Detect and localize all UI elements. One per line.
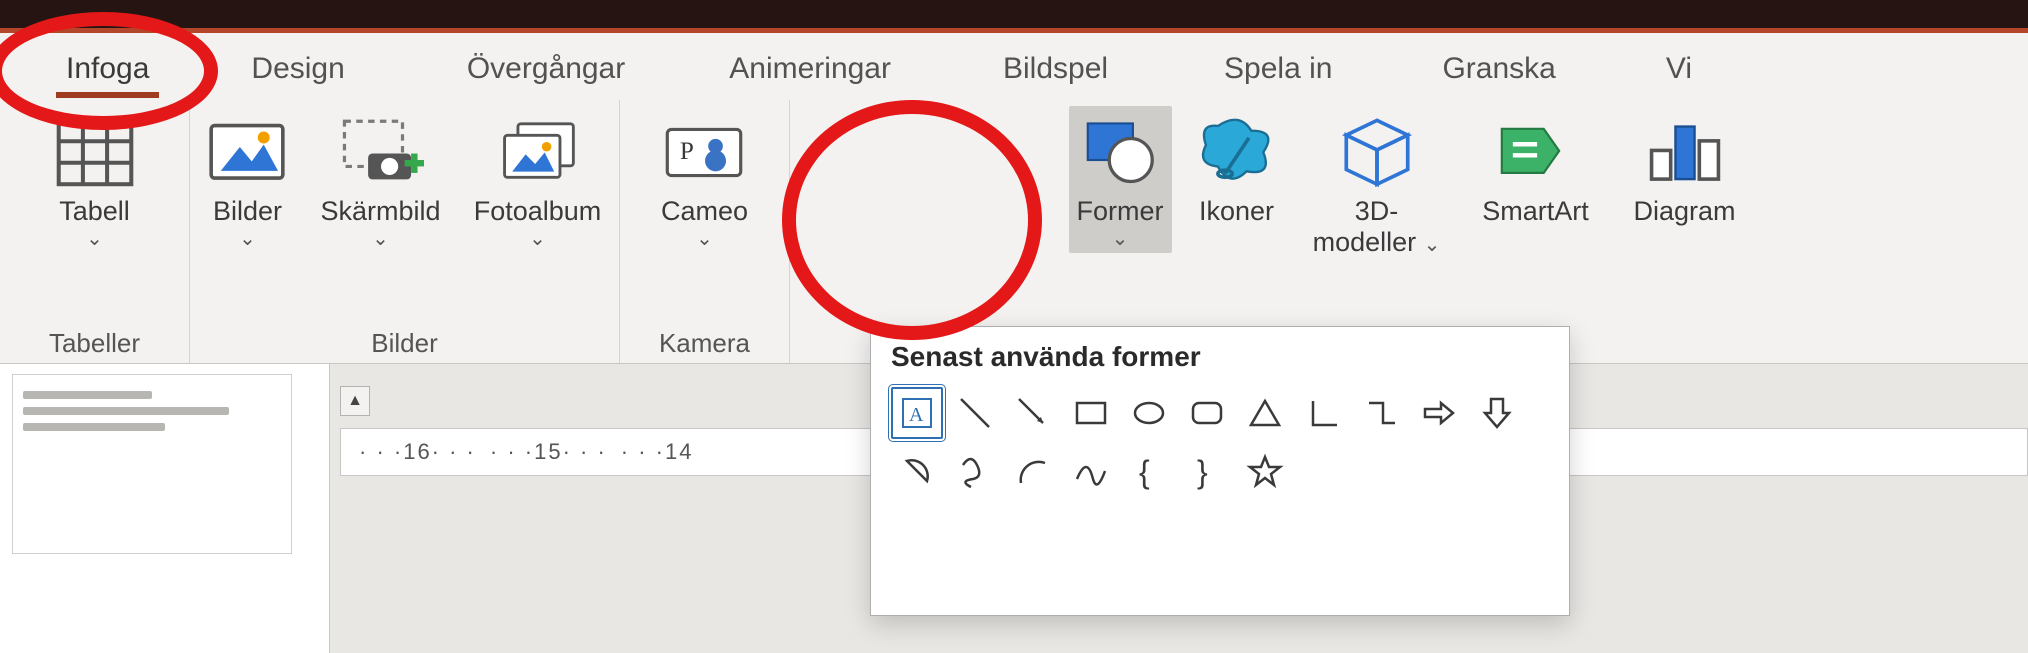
shape-triangle[interactable] xyxy=(1239,387,1291,439)
button-label: Ikoner xyxy=(1199,196,1274,227)
shape-right-arrow[interactable] xyxy=(1413,387,1465,439)
group-illustrations: Former ⌄ Ikoner 3D- modeller ⌄ xyxy=(790,100,2028,363)
photoalbum-icon xyxy=(495,114,581,190)
shapes-button[interactable]: Former ⌄ xyxy=(1069,106,1172,253)
chevron-down-icon: ⌄ xyxy=(529,229,546,249)
icons-icon xyxy=(1194,114,1280,190)
shape-rounded-rectangle[interactable] xyxy=(1181,387,1233,439)
ruler-segment: · · ·16· · · xyxy=(359,439,476,465)
tab-animeringar[interactable]: Animeringar xyxy=(701,46,919,88)
shape-right-brace[interactable]: } xyxy=(1181,445,1233,497)
tab-label: Infoga xyxy=(66,52,149,85)
shape-line-arrow[interactable] xyxy=(1007,387,1059,439)
button-label: Skärmbild xyxy=(320,196,440,227)
tab-granska[interactable]: Granska xyxy=(1414,46,1583,88)
tab-label: Bildspel xyxy=(1003,52,1108,85)
group-images: Bilder ⌄ Skärmbild ⌄ Fotoalbum ⌄ Bilder xyxy=(190,100,620,363)
button-label: Tabell xyxy=(59,196,130,227)
models3d-button[interactable]: 3D- modeller ⌄ xyxy=(1302,106,1452,262)
group-camera: P Cameo ⌄ Kamera xyxy=(620,100,790,363)
shape-arc[interactable] xyxy=(1007,445,1059,497)
button-label: Bilder xyxy=(213,196,282,227)
shape-oval[interactable] xyxy=(1123,387,1175,439)
icons-button[interactable]: Ikoner xyxy=(1186,106,1288,231)
chevron-down-icon: ⌄ xyxy=(239,229,256,249)
tab-label: Design xyxy=(251,52,344,85)
chevron-down-icon: ⌄ xyxy=(1424,234,1441,256)
svg-text:P: P xyxy=(680,137,694,164)
slide-thumbnail[interactable] xyxy=(12,374,292,554)
shapes-dropdown: Senast använda former A { } xyxy=(870,326,1570,616)
ruler-segment: · · ·15· · · xyxy=(490,439,607,465)
svg-text:{: { xyxy=(1139,454,1150,490)
vertical-scroll-up-button[interactable]: ▲ xyxy=(340,386,370,416)
cube-icon xyxy=(1334,114,1420,190)
ruler-segment: · · ·14 xyxy=(621,439,694,465)
tab-spela-in[interactable]: Spela in xyxy=(1196,46,1360,88)
chevron-down-icon: ⌄ xyxy=(1112,229,1129,249)
group-label: Bilder xyxy=(371,324,437,359)
table-icon xyxy=(52,114,138,190)
window-titlebar xyxy=(0,0,2028,28)
group-label: Tabeller xyxy=(49,324,140,359)
smartart-button[interactable]: SmartArt xyxy=(1466,106,1606,231)
tab-overgangar[interactable]: Övergångar xyxy=(439,46,653,88)
shape-left-brace[interactable]: { xyxy=(1123,445,1175,497)
tab-label: Spela in xyxy=(1224,52,1332,85)
shapes-dropdown-header: Senast använda former xyxy=(891,341,1549,373)
screenshot-button[interactable]: Skärmbild ⌄ xyxy=(312,106,448,253)
button-label-2: modeller xyxy=(1313,227,1417,257)
svg-text:}: } xyxy=(1197,454,1208,490)
group-label: Kamera xyxy=(659,324,750,359)
tab-label: Animeringar xyxy=(729,52,891,85)
tab-bildspel[interactable]: Bildspel xyxy=(975,46,1136,88)
tab-label: Granska xyxy=(1442,52,1555,85)
shape-curve[interactable] xyxy=(1065,445,1117,497)
shape-rectangle[interactable] xyxy=(1065,387,1117,439)
chart-button[interactable]: Diagram xyxy=(1620,106,1750,231)
tab-label: Övergångar xyxy=(467,52,625,85)
shape-text-box[interactable]: A xyxy=(891,387,943,439)
cameo-button[interactable]: P Cameo ⌄ xyxy=(653,106,756,253)
shape-elbow-connector[interactable] xyxy=(1355,387,1407,439)
chart-icon xyxy=(1642,114,1728,190)
screenshot-icon xyxy=(338,114,424,190)
chevron-down-icon: ⌄ xyxy=(372,229,389,249)
shape-right-angle[interactable] xyxy=(1297,387,1349,439)
shape-chord[interactable] xyxy=(891,445,943,497)
tab-visa[interactable]: Vi xyxy=(1638,46,1720,88)
button-label: Former xyxy=(1077,196,1164,227)
tab-design[interactable]: Design xyxy=(223,46,372,88)
pictures-icon xyxy=(204,114,290,190)
chevron-down-icon: ⌄ xyxy=(86,229,103,249)
photoalbum-button[interactable]: Fotoalbum ⌄ xyxy=(463,106,613,253)
shape-scribble[interactable] xyxy=(949,445,1001,497)
svg-text:A: A xyxy=(909,404,924,426)
smartart-icon xyxy=(1493,114,1579,190)
shape-down-arrow[interactable] xyxy=(1471,387,1523,439)
pictures-button[interactable]: Bilder ⌄ xyxy=(196,106,298,253)
shape-star[interactable] xyxy=(1239,445,1291,497)
button-label: Fotoalbum xyxy=(474,196,602,227)
button-label: SmartArt xyxy=(1482,196,1589,227)
cameo-icon: P xyxy=(661,114,747,190)
shapes-recent-grid: A { } xyxy=(891,387,1549,497)
button-label: Cameo xyxy=(661,196,748,227)
button-label: 3D- xyxy=(1355,196,1399,227)
shapes-icon xyxy=(1077,114,1163,190)
ribbon: Tabell ⌄ Tabeller Bilder ⌄ Skärmbild ⌄ xyxy=(0,100,2028,364)
shape-line[interactable] xyxy=(949,387,1001,439)
table-button[interactable]: Tabell ⌄ xyxy=(44,106,146,253)
chevron-down-icon: ⌄ xyxy=(696,229,713,249)
ribbon-tabs: Infoga Design Övergångar Animeringar Bil… xyxy=(0,28,2028,100)
group-tables: Tabell ⌄ Tabeller xyxy=(0,100,190,363)
button-label: Diagram xyxy=(1633,196,1735,227)
tab-infoga[interactable]: Infoga xyxy=(38,46,177,88)
tab-label: Vi xyxy=(1666,52,1692,85)
slide-thumbnail-panel[interactable] xyxy=(0,364,330,653)
